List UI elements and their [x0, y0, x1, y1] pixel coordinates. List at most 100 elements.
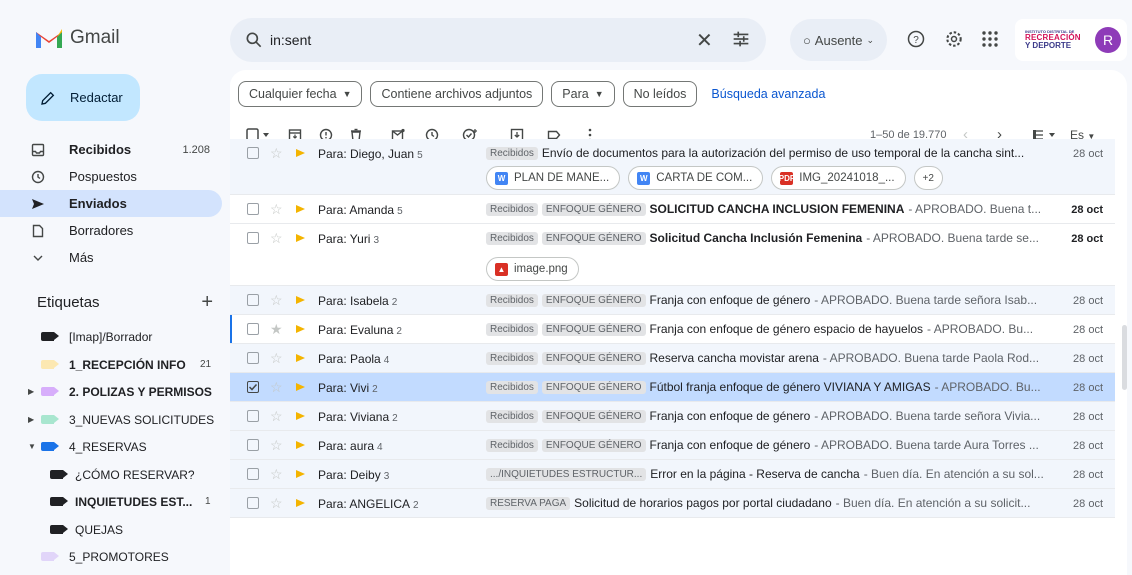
label-item[interactable]: ▶ 3_NUEVAS SOLICITUDES [0, 406, 222, 434]
star-icon[interactable]: ★ [270, 321, 283, 338]
attachment-chip[interactable]: W PLAN DE MANE... [486, 166, 621, 190]
label-badge[interactable]: ENFOQUE GÉNERO [541, 322, 646, 336]
label-item[interactable]: ▶ 2. POLIZAS Y PERMISOS [0, 378, 222, 406]
sidebar-item-snoozed[interactable]: Pospuestos [0, 163, 222, 190]
label-badge[interactable]: Recibidos [486, 351, 538, 365]
filter-to-chip[interactable]: Para ▼ [551, 81, 615, 107]
filter-attachments-chip[interactable]: Contiene archivos adjuntos [370, 81, 544, 107]
label-badge[interactable]: ENFOQUE GÉNERO [541, 351, 646, 365]
importance-marker-icon[interactable] [296, 470, 306, 479]
expand-arrow-icon[interactable]: ▼ [28, 442, 36, 451]
importance-marker-icon[interactable] [296, 205, 306, 214]
star-icon[interactable]: ☆ [270, 379, 283, 396]
table-row[interactable]: ☆ Para: Yuri 3 Recibidos ENFOQUE GÉNERO Solic… [230, 224, 1115, 286]
avatar[interactable]: R [1095, 27, 1121, 53]
search-icon[interactable] [244, 30, 264, 50]
row-checkbox[interactable] [247, 410, 259, 422]
clear-search-icon[interactable]: ✕ [696, 28, 713, 53]
attachment-chip[interactable]: ▲ image.png [486, 257, 579, 281]
settings-gear-icon[interactable] [943, 28, 965, 50]
label-badge[interactable]: Recibidos [486, 293, 538, 307]
star-icon[interactable]: ☆ [270, 145, 283, 162]
add-label-icon[interactable]: + [201, 291, 213, 314]
importance-marker-icon[interactable] [296, 149, 306, 158]
label-item[interactable]: ▼ 4_RESERVAS [0, 433, 222, 461]
attachment-chip[interactable]: PDF IMG_20241018_... [771, 166, 906, 190]
row-checkbox[interactable] [247, 468, 259, 480]
status-dropdown[interactable]: ○ Ausente ⌄ [790, 19, 887, 61]
sidebar-item-more[interactable]: Más [0, 244, 222, 271]
label-badge[interactable]: ENFOQUE GÉNERO [541, 380, 646, 394]
label-badge[interactable]: ENFOQUE GÉNERO [541, 409, 646, 423]
label-badge[interactable]: Recibidos [486, 202, 538, 216]
table-row[interactable]: ★ Para: Evaluna 2 Recibidos ENFOQUE GÉNERO Fr… [230, 315, 1115, 344]
star-icon[interactable]: ☆ [270, 408, 283, 425]
label-badge[interactable]: ENFOQUE GÉNERO [541, 438, 646, 452]
importance-marker-icon[interactable] [296, 441, 306, 450]
filter-unread-chip[interactable]: No leídos [622, 81, 698, 107]
table-row[interactable]: ☆ Para: Viviana 2 Recibidos ENFOQUE GÉNERO Fr… [230, 402, 1115, 431]
importance-marker-icon[interactable] [296, 383, 306, 392]
filter-date-chip[interactable]: Cualquier fecha ▼ [238, 81, 363, 107]
account-card[interactable]: INSTITUTO DISTRITAL DE RECREACIÓN Y DEPO… [1015, 19, 1127, 61]
star-icon[interactable]: ☆ [270, 201, 283, 218]
star-icon[interactable]: ☆ [270, 495, 283, 512]
search-options-icon[interactable] [730, 28, 752, 50]
apps-grid-icon[interactable] [979, 28, 1001, 50]
table-row[interactable]: ☆ Para: Isabela 2 Recibidos ENFOQUE GÉNERO Fr… [230, 286, 1115, 315]
label-item[interactable]: INQUIETUDES EST... 1 [0, 488, 222, 516]
row-checkbox[interactable] [247, 352, 259, 364]
label-badge[interactable]: Recibidos [486, 380, 538, 394]
label-badge[interactable]: Recibidos [486, 322, 538, 336]
table-row[interactable]: ☆ Para: Deiby 3 .../INQUIETUDES ESTRUCTUR..… [230, 460, 1115, 489]
search-input[interactable] [270, 28, 670, 52]
compose-button[interactable]: Redactar [26, 74, 140, 121]
importance-marker-icon[interactable] [296, 325, 306, 334]
label-badge[interactable]: ENFOQUE GÉNERO [541, 293, 646, 307]
row-checkbox[interactable] [247, 497, 259, 509]
star-icon[interactable]: ☆ [270, 466, 283, 483]
advanced-search-link[interactable]: Búsqueda avanzada [711, 87, 825, 101]
row-checkbox[interactable] [247, 147, 259, 159]
star-icon[interactable]: ☆ [270, 230, 283, 247]
label-badge[interactable]: Recibidos [486, 231, 538, 245]
table-row[interactable]: ☆ Para: Amanda 5 Recibidos ENFOQUE GÉNERO SOL… [230, 195, 1115, 224]
importance-marker-icon[interactable] [296, 296, 306, 305]
row-checkbox[interactable] [247, 323, 259, 335]
expand-arrow-icon[interactable]: ▶ [28, 387, 34, 396]
importance-marker-icon[interactable] [296, 412, 306, 421]
expand-arrow-icon[interactable]: ▶ [28, 415, 34, 424]
label-item[interactable]: ¿CÓMO RESERVAR? [0, 461, 222, 489]
label-item[interactable]: 5_PROMOTORES [0, 543, 222, 571]
table-row[interactable]: ☆ Para: Paola 4 Recibidos ENFOQUE GÉNERO Rese… [230, 344, 1115, 373]
sidebar-item-sent[interactable]: Enviados [0, 190, 222, 217]
label-badge[interactable]: Recibidos [486, 438, 538, 452]
label-badge[interactable]: ENFOQUE GÉNERO [541, 231, 646, 245]
label-badge[interactable]: .../INQUIETUDES ESTRUCTUR... [486, 467, 647, 481]
label-item[interactable]: QUEJAS [0, 516, 222, 544]
sidebar-item-drafts[interactable]: Borradores [0, 217, 222, 244]
importance-marker-icon[interactable] [296, 234, 306, 243]
gmail-logo[interactable]: Gmail [34, 26, 120, 50]
label-badge[interactable]: Recibidos [486, 409, 538, 423]
table-row[interactable]: ☆ Para: Diego, Juan 5 Recibidos Envío de doc… [230, 139, 1115, 195]
row-checkbox[interactable] [247, 381, 259, 393]
star-icon[interactable]: ☆ [270, 350, 283, 367]
attachment-chip[interactable]: W CARTA DE COM... [628, 166, 764, 190]
star-icon[interactable]: ☆ [270, 292, 283, 309]
label-badge[interactable]: ENFOQUE GÉNERO [541, 202, 646, 216]
table-row[interactable]: ☆ Para: Vivi 2 Recibidos ENFOQUE GÉNERO Fútbo… [230, 373, 1115, 402]
help-icon[interactable]: ? [905, 28, 927, 50]
scrollbar[interactable] [1122, 325, 1127, 390]
label-badge[interactable]: RESERVA PAGA [486, 496, 571, 510]
importance-marker-icon[interactable] [296, 499, 306, 508]
more-attachments-chip[interactable]: +2 [913, 166, 943, 190]
row-checkbox[interactable] [247, 439, 259, 451]
label-item[interactable]: [Imap]/Borrador [0, 323, 222, 351]
importance-marker-icon[interactable] [296, 354, 306, 363]
row-checkbox[interactable] [247, 232, 259, 244]
star-icon[interactable]: ☆ [270, 437, 283, 454]
row-checkbox[interactable] [247, 203, 259, 215]
table-row[interactable]: ☆ Para: aura 4 Recibidos ENFOQUE GÉNERO Franj… [230, 431, 1115, 460]
label-item[interactable]: 1_RECEPCIÓN INFO 21 [0, 351, 222, 379]
